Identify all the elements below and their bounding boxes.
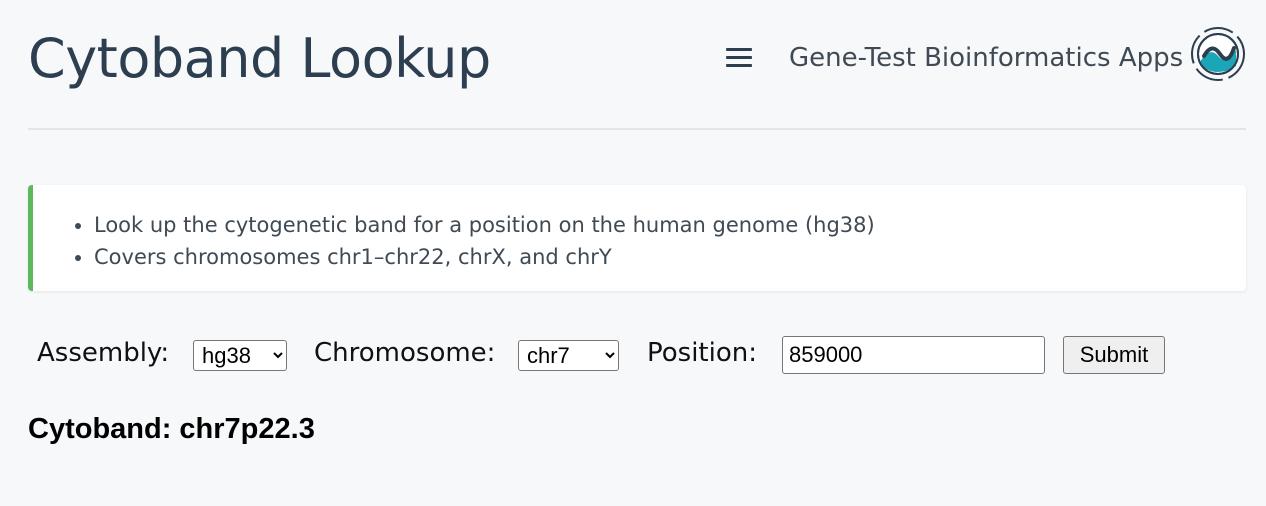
page: Cytoband Lookup Gene-Test Bioinformatics… (0, 0, 1266, 506)
chromosome-select[interactable]: chr7 (518, 340, 619, 371)
gene-test-logo-icon[interactable] (1190, 26, 1246, 82)
menu-line (726, 48, 752, 51)
brand-link[interactable]: Gene-Test Bioinformatics Apps (789, 40, 1183, 76)
lookup-form: Assembly: hg38 Chromosome: chr7 Position… (37, 333, 1237, 377)
info-box: Look up the cytogenetic band for a posit… (28, 185, 1246, 291)
cytoband-result: Cytoband: chr7p22.3 (28, 413, 315, 445)
assembly-select[interactable]: hg38 (193, 340, 287, 371)
header: Cytoband Lookup Gene-Test Bioinformatics… (28, 0, 1246, 130)
submit-button[interactable]: Submit (1063, 336, 1165, 374)
position-label: Position: (647, 338, 757, 368)
position-input[interactable] (782, 336, 1045, 374)
chromosome-label: Chromosome: (314, 338, 496, 368)
list-item: Covers chromosomes chr1–chr22, chrX, and… (94, 241, 875, 273)
list-item: Look up the cytogenetic band for a posit… (94, 209, 875, 241)
hamburger-menu-icon[interactable] (726, 48, 752, 70)
assembly-label: Assembly: (37, 338, 170, 368)
info-list: Look up the cytogenetic band for a posit… (33, 209, 875, 273)
page-title: Cytoband Lookup (28, 27, 491, 90)
menu-line (726, 64, 752, 67)
menu-line (726, 56, 752, 59)
